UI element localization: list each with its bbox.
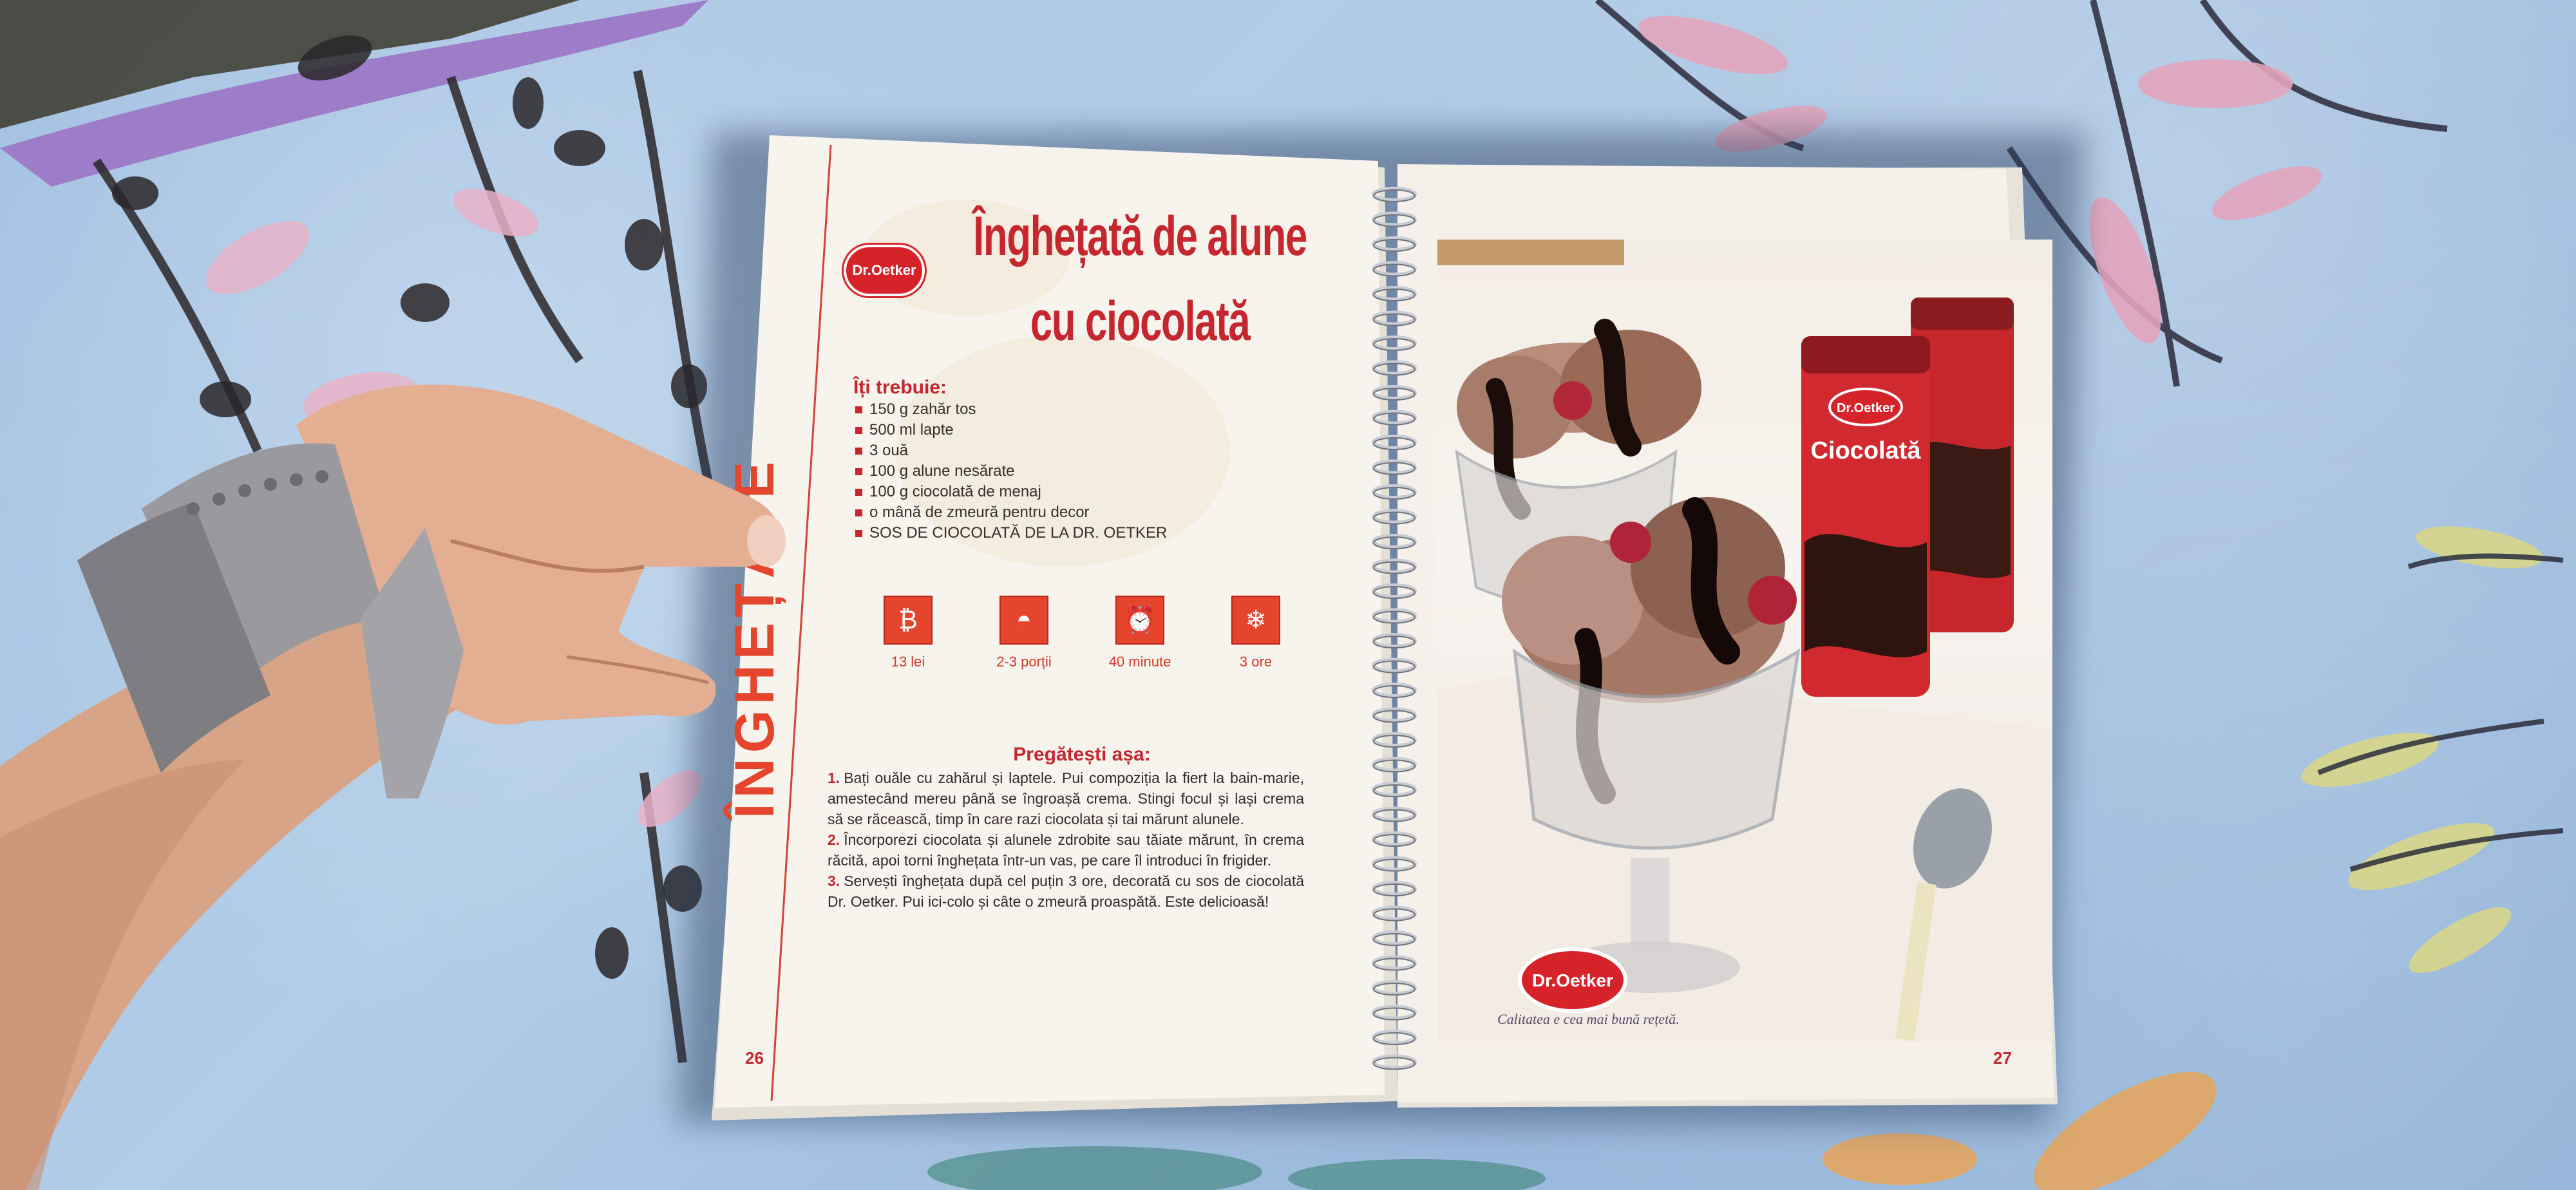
preparation-steps: 1. Bați ouăle cu zahărul și laptele. Pui … <box>828 768 1304 912</box>
recipe-title-line1: Înghețată de alune <box>973 205 1307 267</box>
freeze-label: 3 ore <box>1239 654 1273 670</box>
recipe-title-line2: cu ciocolată <box>1030 290 1251 352</box>
time-badge: ⏰ 40 minute <box>1095 596 1185 670</box>
ingredient-item: 150 g zahăr tos <box>853 399 1167 420</box>
time-label: 40 minute <box>1108 654 1171 670</box>
ice-cream-illustration: Dr.Oetker Ciocolată Dr.Oetker <box>1437 240 2052 1041</box>
step-1: 1. Bați ouăle cu zahărul și laptele. Pui … <box>828 768 1304 829</box>
ingredient-item: SOS DE CIOCOLATĂ DE LA DR. OETKER <box>853 523 1167 543</box>
step-text: Încorporezi ciocolata și alunele zdrobit… <box>828 831 1304 869</box>
step-2: 2. Încorporezi ciocolata și alunele zdrob… <box>828 829 1304 871</box>
arm-with-watch <box>0 384 786 1190</box>
ingredients-heading: Îți trebuie: <box>853 377 947 398</box>
page-number-right: 27 <box>1993 1048 2012 1068</box>
servings-badge: ◓ 2-3 porții <box>979 596 1069 670</box>
brand-logo-left: Dr.Oetker <box>844 245 925 296</box>
photo-brand-logo: Dr.Oetker <box>1532 970 1613 990</box>
alarm-clock-icon: ⏰ <box>1115 596 1164 645</box>
step-number: 3. <box>828 873 840 889</box>
step-text: Servești înghețata după cel puțin 3 ore,… <box>828 873 1304 910</box>
bowl-icon: ◓ <box>999 596 1048 645</box>
sauce-jar-front: Dr.Oetker Ciocolată <box>1801 336 1930 697</box>
step-text: Bați ouăle cu zahărul și laptele. Pui co… <box>828 770 1304 827</box>
spiral-binding <box>1372 187 1417 1070</box>
servings-label: 2-3 porții <box>996 654 1052 670</box>
ingredient-item: 3 ouă <box>853 440 1167 461</box>
ingredient-item: 500 ml lapte <box>853 420 1167 440</box>
freeze-badge: ❄ 3 ore <box>1211 596 1301 670</box>
photo-scene: Dr.Oetker Înghețată de alune cu ciocolat… <box>0 0 2576 1190</box>
piggy-bank-icon: ₿ <box>884 596 933 645</box>
cost-badge: ₿ 13 lei <box>863 596 953 670</box>
slogan-caption: Calitatea e cea mai bună rețetă. <box>1497 1011 1680 1027</box>
preparation-heading: Pregătești așa: <box>1013 744 1151 765</box>
step-number: 1. <box>828 770 840 786</box>
product-photo: Dr.Oetker Ciocolată Dr.Oetker <box>1437 240 2052 1041</box>
ingredient-item: 100 g alune nesărate <box>853 461 1167 482</box>
jar-product-label: Ciocolată <box>1810 437 1921 464</box>
ingredients-list: 150 g zahăr tos 500 ml lapte 3 ouă 100 g… <box>853 399 1167 543</box>
snowflake-icon: ❄ <box>1231 596 1280 645</box>
recipe-info-badges: ₿ 13 lei ◓ 2-3 porții ⏰ 40 minute ❄ 3 or… <box>863 596 1280 673</box>
jar-brand-text: Dr.Oetker <box>1837 401 1895 415</box>
brand-logo-text: Dr.Oetker <box>852 262 916 278</box>
step-number: 2. <box>828 831 840 848</box>
step-3: 3. Servești înghețata după cel puțin 3 or… <box>828 871 1304 912</box>
ingredient-item: 100 g ciocolată de menaj <box>853 482 1167 502</box>
cost-label: 13 lei <box>891 654 925 670</box>
ingredient-item: o mână de zmeură pentru decor <box>853 502 1167 523</box>
